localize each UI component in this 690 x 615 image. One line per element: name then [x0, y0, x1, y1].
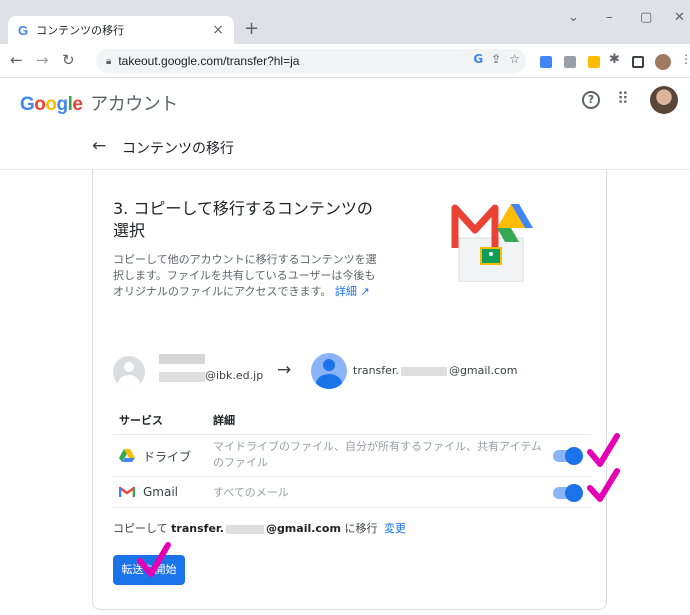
start-transfer-button[interactable]: 転送を開始	[113, 555, 185, 585]
account-header: Google アカウント ? ⠿	[0, 78, 690, 124]
details-link[interactable]: 詳細 ↗	[335, 285, 370, 298]
gmail-toggle[interactable]	[553, 484, 583, 502]
browser-tab-strip: G コンテンツの移行 × + ⌄ – ▢ ✕	[0, 0, 690, 44]
lock-icon[interactable]: 🔒︎	[106, 56, 111, 67]
source-email-redacted	[159, 372, 205, 382]
arrow-right-icon: →	[277, 360, 292, 380]
url-text: takeout.google.com/transfer?hl=ja	[118, 54, 300, 68]
transfer-card: 3. コピーして移行するコンテンツの選択 コピーして他のアカウントに移行するコン…	[92, 170, 607, 610]
detail-column-header: 詳細	[213, 414, 235, 427]
tab-close-icon[interactable]: ×	[212, 22, 224, 38]
tab-title: コンテンツの移行	[36, 24, 125, 37]
extension-r-icon[interactable]	[588, 56, 600, 68]
page-title: コンテンツの移行	[122, 141, 234, 157]
step-description: コピーして他のアカウントに移行するコンテンツを選択します。ファイルを共有している…	[113, 252, 383, 300]
step-title: 3. コピーして移行するコンテンツの選択	[113, 199, 373, 240]
chevron-down-icon[interactable]: ⌄	[568, 10, 579, 25]
puzzle-extensions-icon[interactable]: ✱	[609, 52, 620, 67]
services-table-header: サービス 詳細	[113, 410, 578, 432]
google-account-logo[interactable]: Google アカウント	[20, 90, 178, 116]
service-detail: すべてのメール	[213, 486, 289, 499]
drive-icon	[119, 449, 135, 462]
bookmark-star-icon[interactable]: ☆	[509, 52, 520, 66]
external-link-icon: ↗	[360, 285, 370, 298]
account-avatar[interactable]	[650, 86, 678, 114]
share-icon[interactable]: ⇪	[491, 52, 501, 66]
service-row-gmail: Gmail すべてのメール	[113, 476, 591, 508]
gmail-icon	[119, 486, 135, 497]
source-email-suffix: @ibk.ed.jp	[205, 369, 264, 382]
google-logo-text: Google	[20, 94, 83, 115]
source-account-avatar	[113, 356, 145, 388]
close-icon[interactable]: ✕	[674, 10, 685, 25]
drive-toggle[interactable]	[553, 447, 583, 465]
destination-email: transfer. @gmail.com	[353, 364, 518, 377]
back-arrow-icon[interactable]: ←	[92, 136, 106, 156]
google-lens-icon[interactable]: G	[473, 52, 483, 66]
new-tab-icon[interactable]: +	[244, 20, 259, 38]
service-name: ドライブ	[143, 450, 192, 464]
browser-tab[interactable]: G コンテンツの移行 ×	[8, 16, 234, 44]
summary-target-email: transfer. @gmail.com	[171, 522, 341, 535]
destination-account-avatar	[311, 353, 347, 389]
side-panel-icon[interactable]	[632, 56, 644, 68]
profile-avatar-icon[interactable]	[655, 54, 671, 70]
service-column-header: サービス	[119, 414, 163, 427]
maximize-icon[interactable]: ▢	[640, 10, 652, 25]
back-icon[interactable]: ←	[10, 51, 23, 69]
summary-prefix: コピーして	[113, 522, 168, 535]
extension-icon[interactable]	[564, 56, 576, 68]
service-detail: マイドライブのファイル、自分が所有するファイル、共有アイテムのファイル	[213, 440, 542, 469]
extension-translate-icon[interactable]	[540, 56, 552, 68]
summary-suffix: に移行	[344, 522, 378, 535]
service-name: Gmail	[143, 485, 179, 499]
browser-toolbar: ← → ↻ 🔒︎ takeout.google.com/transfer?hl=…	[0, 44, 690, 78]
account-transfer-row: @ibk.ed.jp → transfer. @gmail.com	[113, 352, 573, 392]
more-menu-icon[interactable]: ⋮	[680, 52, 690, 66]
forward-icon[interactable]: →	[36, 51, 49, 69]
google-favicon-icon: G	[18, 22, 29, 38]
transfer-summary: コピーして transfer. @gmail.com に移行 変更	[113, 520, 406, 536]
change-link[interactable]: 変更	[384, 522, 406, 535]
page-subheader: ← コンテンツの移行	[0, 124, 690, 170]
service-row-drive: ドライブ マイドライブのファイル、自分が所有するファイル、共有アイテムのファイル	[113, 434, 591, 476]
source-account-name-redacted	[159, 354, 205, 364]
address-bar[interactable]: 🔒︎ takeout.google.com/transfer?hl=ja G ⇪…	[96, 49, 526, 73]
minimize-icon[interactable]: –	[606, 10, 613, 25]
help-icon[interactable]: ?	[582, 91, 600, 109]
logo-product-name: アカウント	[90, 94, 178, 114]
reload-icon[interactable]: ↻	[62, 51, 75, 69]
apps-grid-icon[interactable]: ⠿	[617, 89, 629, 108]
drive-gmail-illustration-icon	[451, 204, 533, 282]
